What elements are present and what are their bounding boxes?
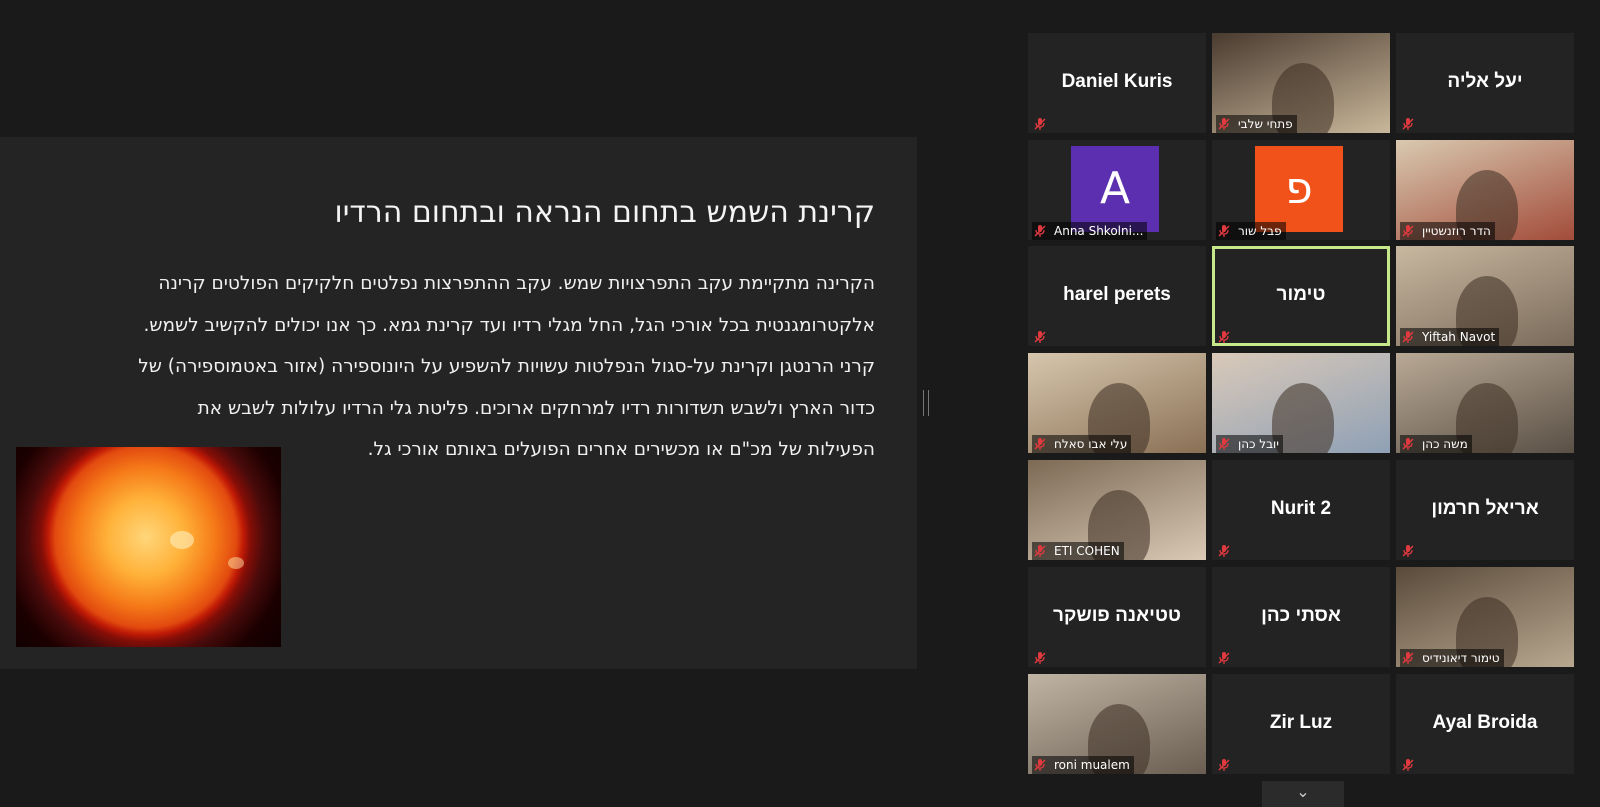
- participant-name: harel perets: [1063, 284, 1171, 305]
- mic-muted-icon: [1217, 116, 1231, 130]
- slide-line: כדור הארץ ולשבש תשדורות רדיו למרחקים ארו…: [197, 397, 875, 419]
- participant-name: Ayal Broida: [1432, 712, 1538, 733]
- mic-muted-icon: [1401, 329, 1415, 343]
- participant-tile[interactable]: ETI COHEN: [1028, 460, 1206, 560]
- mic-muted-icon: [1217, 329, 1231, 343]
- participant-tile[interactable]: יובל כהן: [1212, 353, 1390, 453]
- participant-name: יובל כהן: [1238, 437, 1279, 451]
- participant-name: אריאל חרמון: [1431, 498, 1539, 519]
- chevron-down-icon: ⌄: [1296, 782, 1310, 801]
- slide-body: הקרינה מתקיימת עקב התפרצויות שמש. עקב הה…: [15, 263, 875, 471]
- participant-name: טימור: [1276, 284, 1326, 305]
- mic-muted-icon: [1401, 116, 1415, 130]
- mic-muted-icon: [1033, 543, 1047, 557]
- participant-tile[interactable]: Ayal Broida: [1396, 674, 1574, 774]
- participant-tile[interactable]: Nurit 2: [1212, 460, 1390, 560]
- participant-name: פבל שור: [1238, 224, 1282, 238]
- slide-title: קרינת השמש בתחום הנראה ובתחום הרדיו: [334, 195, 875, 230]
- sun-image: [16, 447, 281, 647]
- mic-muted-icon: [1217, 757, 1231, 771]
- participant-tile[interactable]: פתחי שלבי: [1212, 33, 1390, 133]
- split-divider-handle[interactable]: [923, 390, 929, 416]
- participant-tile[interactable]: A Anna Shkolni...: [1028, 140, 1206, 240]
- participant-name: טימור דיאונידיס: [1422, 651, 1500, 665]
- participant-name: אסתי כהן: [1261, 605, 1341, 626]
- avatar: A: [1071, 146, 1159, 232]
- participant-tile[interactable]: טימור: [1212, 246, 1390, 346]
- participant-name: Yiftah Navot: [1422, 330, 1496, 344]
- scroll-down-button[interactable]: ⌄: [1262, 781, 1344, 807]
- participant-name: משה כהן: [1422, 437, 1468, 451]
- participant-tile[interactable]: טטיאנה פושקר: [1028, 567, 1206, 667]
- mic-muted-icon: [1401, 436, 1415, 450]
- mic-muted-icon: [1217, 650, 1231, 664]
- participant-tile[interactable]: roni mualem: [1028, 674, 1206, 774]
- participant-tile[interactable]: Zir Luz: [1212, 674, 1390, 774]
- participant-label: Anna Shkolni...: [1032, 222, 1148, 240]
- participant-label: טימור דיאונידיס: [1400, 649, 1504, 667]
- participant-label: roni mualem: [1032, 756, 1134, 774]
- mic-muted-icon: [1033, 436, 1047, 450]
- avatar: פ: [1255, 146, 1343, 232]
- participant-name: Anna Shkolni...: [1054, 224, 1144, 238]
- participant-tile[interactable]: טימור דיאונידיס: [1396, 567, 1574, 667]
- participant-tile[interactable]: Yiftah Navot: [1396, 246, 1574, 346]
- slide-line: קרני הרנטגן וקרינת על-סגול הנפלטות עשויו…: [138, 356, 875, 377]
- participant-name: Daniel Kuris: [1061, 71, 1173, 92]
- participant-tile[interactable]: פ פבל שור: [1212, 140, 1390, 240]
- mic-muted-icon: [1401, 757, 1415, 771]
- participant-tile[interactable]: יעל אליה: [1396, 33, 1574, 133]
- participant-tile[interactable]: אסתי כהן: [1212, 567, 1390, 667]
- mic-muted-icon: [1217, 436, 1231, 450]
- mic-muted-icon: [1401, 543, 1415, 557]
- mic-muted-icon: [1033, 329, 1047, 343]
- participant-name: עלי אבו סאלח: [1054, 437, 1128, 451]
- participant-name: Zir Luz: [1269, 712, 1333, 733]
- participant-name: טטיאנה פושקר: [1053, 605, 1181, 626]
- mic-muted-icon: [1217, 223, 1231, 237]
- mic-muted-icon: [1401, 650, 1415, 664]
- participant-name: Nurit 2: [1270, 498, 1332, 519]
- mic-muted-icon: [1217, 543, 1231, 557]
- shared-screen-slide: קרינת השמש בתחום הנראה ובתחום הרדיו הקרי…: [0, 137, 917, 669]
- participant-name: פתחי שלבי: [1238, 117, 1293, 131]
- participant-name: יעל אליה: [1447, 71, 1523, 92]
- participant-name: הדר רוזנשטיין: [1422, 224, 1491, 238]
- participant-name: roni mualem: [1054, 758, 1130, 772]
- participant-tile[interactable]: עלי אבו סאלח: [1028, 353, 1206, 453]
- participant-tile[interactable]: הדר רוזנשטיין: [1396, 140, 1574, 240]
- mic-muted-icon: [1401, 223, 1415, 237]
- participant-tile[interactable]: אריאל חרמון: [1396, 460, 1574, 560]
- mic-muted-icon: [1033, 757, 1047, 771]
- participant-name: ETI COHEN: [1054, 544, 1120, 558]
- mic-muted-icon: [1033, 116, 1047, 130]
- sun-flare: [228, 557, 244, 569]
- mic-muted-icon: [1033, 223, 1047, 237]
- participant-tile[interactable]: Daniel Kuris: [1028, 33, 1206, 133]
- slide-line: אלקטרומגנטית בכל אורכי הגל, החל מגלי רדי…: [143, 314, 875, 336]
- mic-muted-icon: [1033, 650, 1047, 664]
- sun-flare: [169, 531, 194, 549]
- participant-tile[interactable]: משה כהן: [1396, 353, 1574, 453]
- participant-tile[interactable]: harel perets: [1028, 246, 1206, 346]
- slide-line: הקרינה מתקיימת עקב התפרצויות שמש. עקב הה…: [158, 273, 875, 294]
